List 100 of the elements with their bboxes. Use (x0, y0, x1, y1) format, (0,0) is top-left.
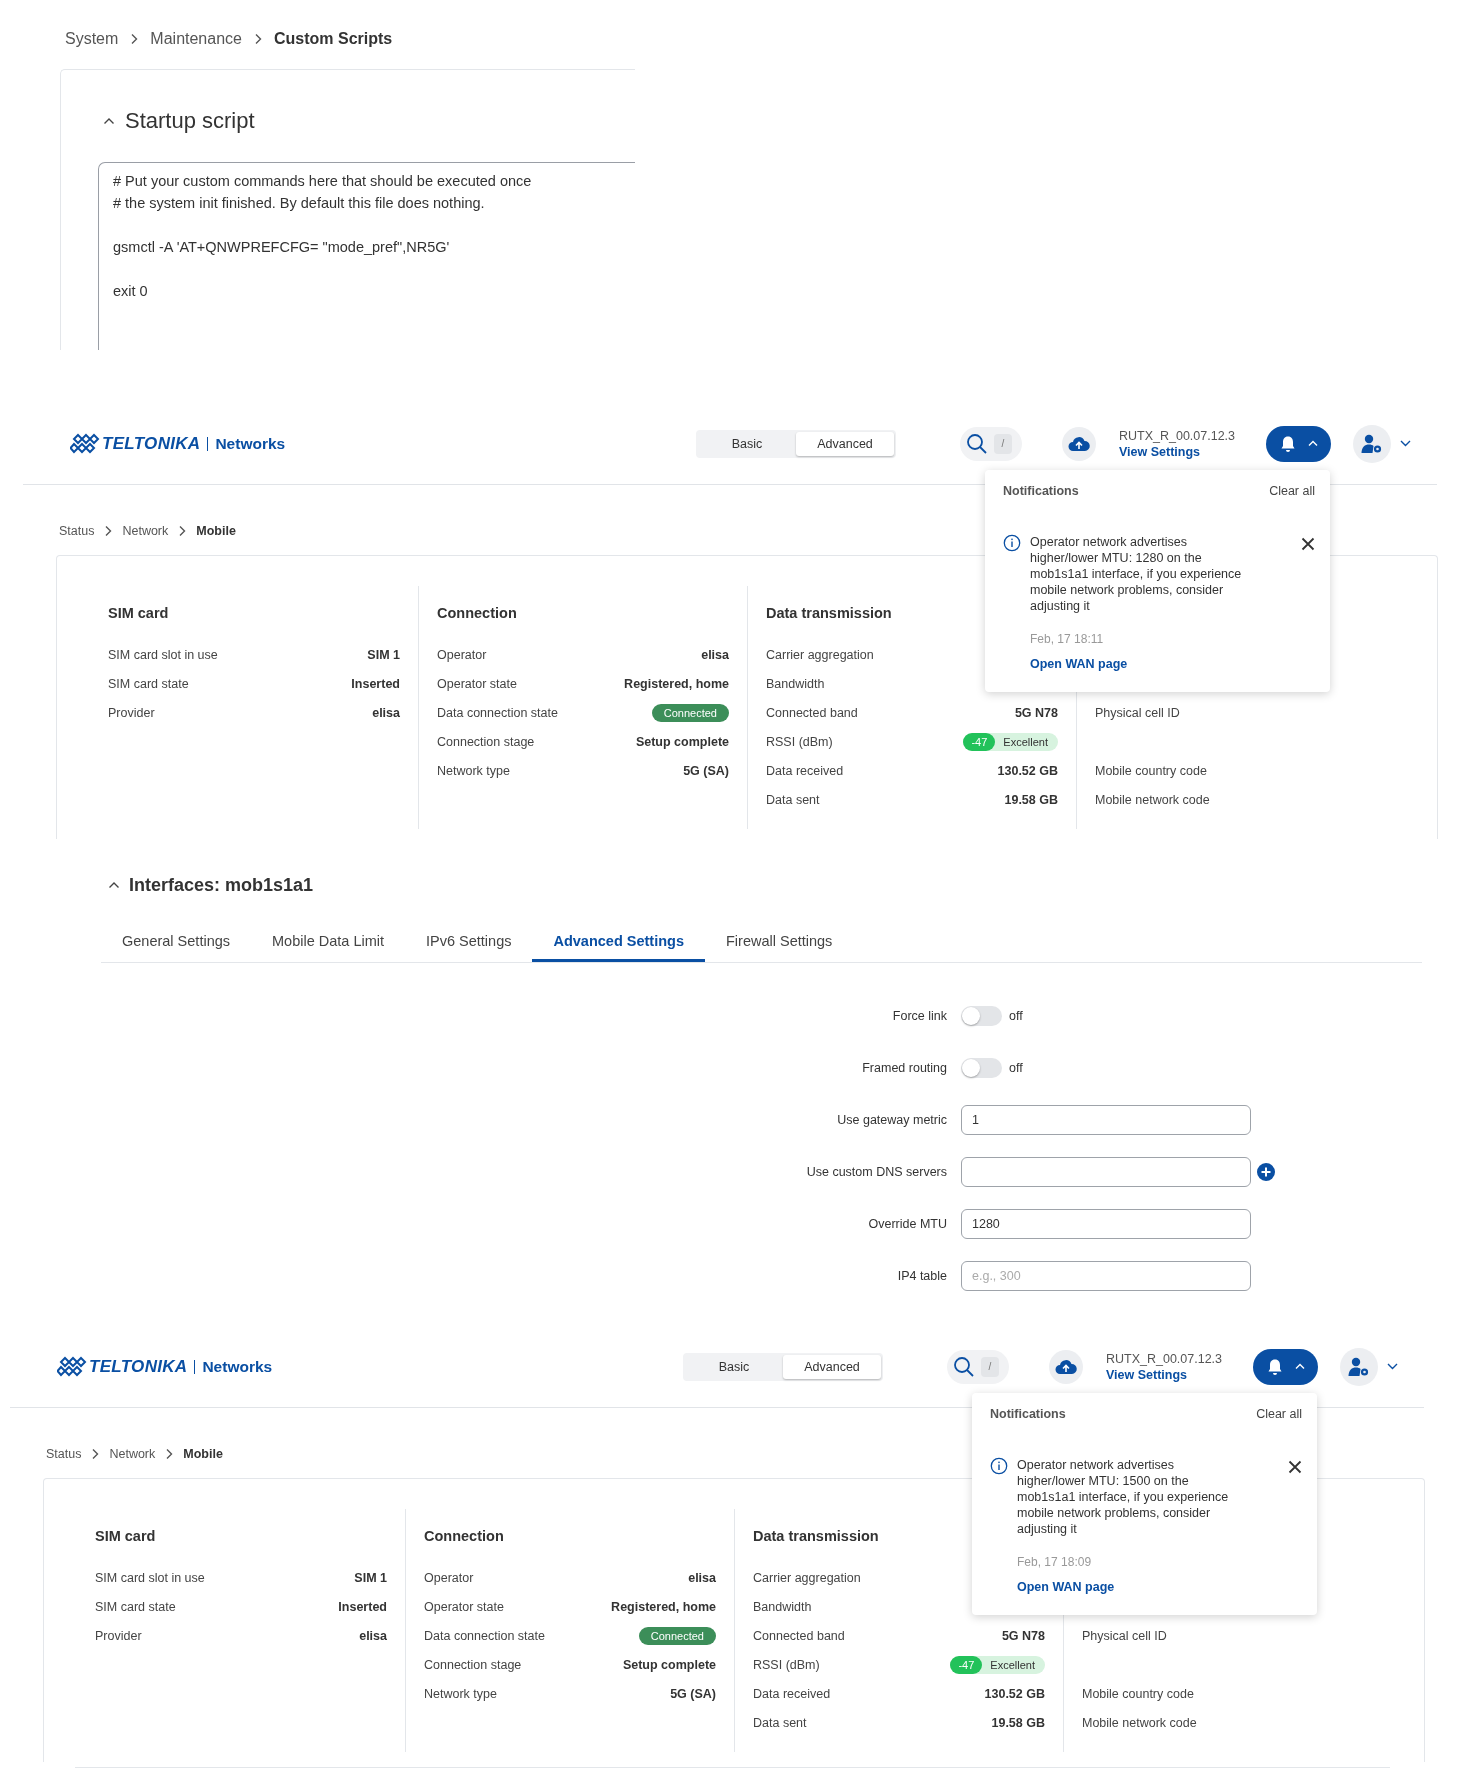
column-title: Data transmission (753, 1527, 879, 1546)
firmware-version: RUTX_R_00.07.12.3 (1106, 1350, 1224, 1367)
panel-title: Notifications (1003, 484, 1079, 498)
mode-tab[interactable]: Advanced (783, 1354, 881, 1379)
chevron-right-icon (165, 1448, 174, 1460)
tab[interactable]: IPv6 Settings (405, 919, 533, 962)
column-title: Connection (437, 604, 517, 623)
clear-all-link[interactable]: Clear all (1269, 484, 1315, 498)
search-button[interactable]: / (947, 1349, 1009, 1384)
cloud-upload-icon (1055, 1358, 1077, 1375)
tab[interactable]: Mobile Data Limit (251, 919, 406, 962)
input-field[interactable]: 1 (961, 1105, 1251, 1135)
input-field[interactable]: 1280 (961, 1209, 1251, 1239)
search-icon (953, 1355, 975, 1378)
field-label: IP4 table (896, 1269, 947, 1283)
search-button[interactable]: / (960, 426, 1022, 461)
close-icon[interactable] (1301, 537, 1315, 551)
notifications-button[interactable] (1266, 425, 1331, 462)
field-label: Bandwidth (753, 1599, 812, 1614)
tab[interactable]: Firewall Settings (705, 919, 854, 962)
chevron-up-icon[interactable] (103, 117, 115, 125)
tab[interactable]: General Settings (101, 919, 251, 962)
rssi-value: -47 (963, 732, 996, 751)
clear-all-link[interactable]: Clear all (1256, 1407, 1302, 1421)
field-label: Use gateway metric (836, 1113, 947, 1127)
field-label: Provider (108, 705, 155, 720)
notification-time: Feb, 17 18:09 (1017, 1554, 1092, 1570)
field-label: SIM card slot in use (95, 1570, 205, 1585)
add-icon[interactable] (1257, 1163, 1275, 1181)
open-wan-link[interactable]: Open WAN page (1030, 656, 1128, 672)
field-label: Operator state (437, 676, 517, 691)
field-label: Carrier aggregation (753, 1570, 861, 1585)
bell-icon (1279, 434, 1296, 453)
breadcrumb-item[interactable]: Network (109, 1447, 156, 1461)
mode-tab[interactable]: Basic (685, 1354, 783, 1379)
cloud-upload-icon (1068, 435, 1090, 452)
user-gear-icon (1361, 433, 1383, 454)
column-title: Data transmission (766, 604, 892, 623)
toggle-switch[interactable] (961, 1058, 1002, 1078)
field-label: Operator (424, 1570, 474, 1585)
field-value: elisa (688, 1570, 716, 1585)
field-label: Data received (766, 763, 844, 778)
toggle-switch[interactable] (961, 1006, 1002, 1026)
notification-message: Operator network advertises higher/lower MTU: 1500 on the mob1s1a1 interface, if you experience mobile network problems, consider adjusting it (1017, 1457, 1230, 1537)
breadcrumb-item: Mobile (196, 524, 236, 538)
breadcrumb-item[interactable]: Status (46, 1447, 82, 1461)
shortcut-key: / (994, 433, 1012, 454)
field-label: Connected band (753, 1628, 845, 1643)
field-label: Force link (891, 1009, 947, 1023)
user-menu-button[interactable] (1340, 1347, 1378, 1386)
breadcrumb-item[interactable]: Network (122, 524, 169, 538)
field-label: Network type (424, 1686, 497, 1701)
script-editor[interactable]: # Put your custom commands here that should be executed once # the system init finished. By default this file does nothing. gsmctl -A 'AT+QNWPREFCFG= "mode_pref",NR5G' exit 0 (98, 162, 635, 350)
cloud-button[interactable] (1062, 426, 1096, 461)
field-value: elisa (372, 705, 400, 720)
brand-subtitle: Networks (207, 436, 286, 451)
mode-tab[interactable]: Advanced (796, 431, 894, 456)
chevron-right-icon (253, 33, 262, 45)
open-wan-link[interactable]: Open WAN page (1017, 1579, 1115, 1595)
notification-message: Operator network advertises higher/lower MTU: 1280 on the mob1s1a1 interface, if you experience mobile network problems, consider adjusting it (1030, 534, 1243, 614)
field-label: RSSI (dBm) (753, 1657, 820, 1672)
input-field[interactable]: e.g., 300 (961, 1261, 1251, 1291)
rssi-value: -47 (950, 1655, 983, 1674)
field-value: 19.58 GB (991, 1715, 1045, 1730)
section-title: Startup script (125, 108, 255, 134)
lattice-logo-icon (70, 432, 100, 455)
toggle-state: off (1009, 1009, 1023, 1023)
tab[interactable]: Advanced Settings (532, 919, 705, 962)
chevron-down-icon[interactable] (1387, 1363, 1398, 1370)
chevron-up-icon[interactable] (108, 881, 120, 889)
breadcrumb-item: Custom Scripts (273, 30, 393, 48)
close-icon[interactable] (1288, 1460, 1302, 1474)
breadcrumb-item[interactable]: System (65, 30, 119, 48)
user-menu-button[interactable] (1353, 424, 1391, 463)
input-field[interactable] (961, 1157, 1251, 1187)
field-label: Connection stage (424, 1657, 522, 1672)
chevron-up-icon (1307, 440, 1318, 447)
field-label: Override MTU (867, 1217, 947, 1231)
view-settings-link[interactable]: View Settings (1119, 443, 1266, 460)
field-value: Registered, home (611, 1599, 716, 1614)
notifications-button[interactable] (1253, 1348, 1318, 1385)
field-label: Mobile country code (1082, 1686, 1194, 1701)
field-label: Bandwidth (766, 676, 825, 691)
lattice-logo-icon (57, 1355, 87, 1378)
chevron-down-icon[interactable] (1400, 440, 1411, 447)
view-settings-link[interactable]: View Settings (1106, 1366, 1253, 1383)
user-gear-icon (1348, 1356, 1370, 1377)
breadcrumb-item[interactable]: Status (59, 524, 95, 538)
bell-icon (1266, 1357, 1283, 1376)
field-value: 130.52 GB (984, 1686, 1045, 1701)
mode-tab[interactable]: Basic (698, 431, 796, 456)
field-value: SIM 1 (354, 1570, 387, 1585)
field-label: Mobile country code (1095, 763, 1207, 778)
toggle-state: off (1009, 1061, 1023, 1075)
field-label: SIM card state (108, 676, 189, 691)
brand-subtitle: Networks (194, 1359, 273, 1374)
cloud-button[interactable] (1049, 1349, 1083, 1384)
field-value: SIM 1 (367, 647, 400, 662)
breadcrumb-item[interactable]: Maintenance (150, 30, 242, 48)
field-value: 130.52 GB (997, 763, 1058, 778)
